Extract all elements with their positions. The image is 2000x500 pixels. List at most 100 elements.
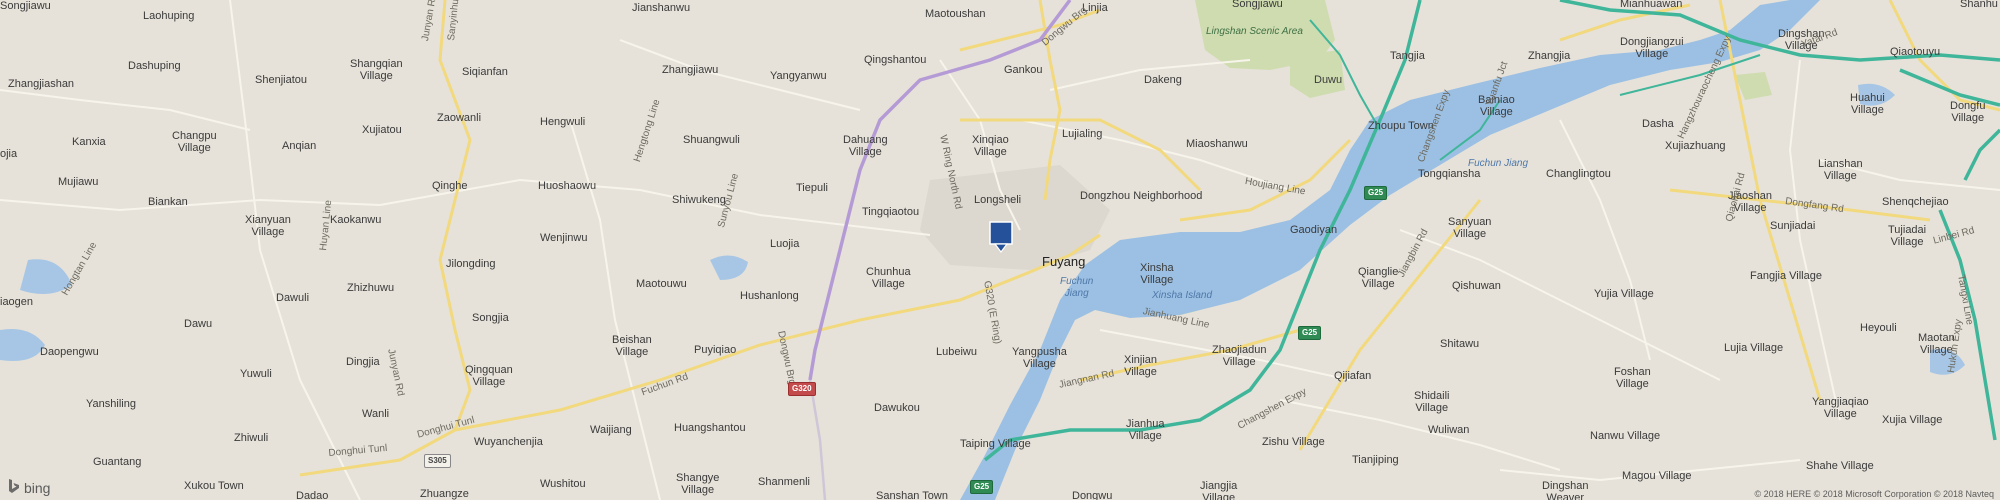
label-xukou: Xukou Town <box>184 480 244 492</box>
label-sanyuan: Sanyuan Village <box>1448 216 1492 240</box>
label-jiangjia: Jiangjia Village <box>1200 480 1238 500</box>
shield-s305: S305 <box>424 454 451 468</box>
label-tiepuli: Tiepuli <box>796 182 828 194</box>
label-wuliwan: Wuliwan <box>1428 424 1470 436</box>
label-fuyang: Fuyang <box>1042 254 1086 269</box>
label-dakeng: Dakeng <box>1144 74 1182 86</box>
label-zaowanli: Zaowanli <box>437 112 482 124</box>
label-miaoshanwu: Miaoshanwu <box>1186 138 1248 150</box>
label-shahe: Shahe Village <box>1806 460 1874 472</box>
label-zhangjiashan: Zhangjiashan <box>8 78 75 90</box>
label-zhizhuwu: Zhizhuwu <box>347 282 395 294</box>
label-jilongding: Jilongding <box>446 258 496 270</box>
label-huahui: Huahui Village <box>1850 92 1885 116</box>
label-xujiatou: Xujiatou <box>362 124 402 136</box>
label-tangjia: Tangjia <box>1390 50 1425 62</box>
shield-g25-2: G25 <box>1298 326 1322 340</box>
label-dingshan-weaver: Dingshan Weaver <box>1542 480 1589 500</box>
label-yuwuli: Yuwuli <box>240 368 272 380</box>
label-songjiawu: Songjiawu <box>0 0 51 12</box>
label-dasha: Dasha <box>1642 118 1674 130</box>
label-shengqiao: Shenqchejiao <box>1882 196 1949 208</box>
label-kaokanwu: Kaokanwu <box>330 214 382 226</box>
label-dawu: Dawu <box>184 318 213 330</box>
label-shitawu: Shitawu <box>1440 338 1480 350</box>
label-qiaotouyu: Qiaotouyu <box>1890 46 1941 58</box>
label-anqian: Anqian <box>282 140 317 152</box>
label-sanshan: Sanshan Town <box>876 490 948 500</box>
bing-logo[interactable]: bing <box>8 478 50 497</box>
label-shangye: Shangye Village <box>676 472 720 496</box>
label-songjiawu-2: Songjiawu <box>1232 0 1283 10</box>
label-dashuping: Dashuping <box>128 60 181 72</box>
label-dongfu: Dongfu Village <box>1950 100 1986 124</box>
label-mianhuawan: Mianhuawan <box>1620 0 1683 10</box>
label-dongzhou: Dongzhou Neighborhood <box>1080 190 1203 202</box>
label-zhoupu: Zhoupu Town <box>1368 120 1434 132</box>
label-changlingtou: Changlingtou <box>1546 168 1611 180</box>
label-dahuang: Dahuang Village <box>843 134 888 158</box>
label-hushanlong: Hushanlong <box>740 290 799 302</box>
label-beishan: Beishan Village <box>612 334 652 358</box>
label-guantang: Guantang <box>93 456 142 468</box>
label-mujiawu: Mujiawu <box>58 176 99 188</box>
label-xinsha-island: Xinsha Island <box>1152 290 1213 301</box>
label-nanwu: Nanwu Village <box>1590 430 1661 442</box>
label-shanmenli: Shanmenli <box>758 476 810 488</box>
map-attribution: © 2018 HERE © 2018 Microsoft Corporation… <box>1754 489 1994 499</box>
label-yangyanwu: Yangyanwu <box>770 70 827 82</box>
label-kanxia: Kanxia <box>72 136 106 148</box>
label-shanhu: Shanhu <box>1960 0 1998 10</box>
label-shiwukeng: Shiwukeng <box>672 194 726 206</box>
label-zishu: Zishu Village <box>1262 436 1325 448</box>
label-siqianfan: Siqianfan <box>462 66 508 78</box>
label-xinjian: Xinjian Village <box>1124 354 1158 378</box>
label-waijiang: Waijiang <box>590 424 632 436</box>
label-lujialing: Lujialing <box>1062 128 1103 140</box>
label-tujiadai: Tujiadai Village <box>1888 224 1927 248</box>
label-zhaojiadun: Zhaojiadun Village <box>1212 344 1267 368</box>
label-maotouwu: Maotouwu <box>636 278 687 290</box>
label-tianjiping: Tianjiping <box>1352 454 1399 466</box>
label-laohuping: Laohuping <box>143 10 195 22</box>
label-duwu: Duwu <box>1314 74 1343 86</box>
label-xianyuan: Xianyuan Village <box>245 214 291 238</box>
label-chunhua: Chunhua Village <box>866 266 911 290</box>
label-xinqiao: Xinqiao Village <box>972 134 1009 158</box>
label-lubeiwu: Lubeiwu <box>936 346 977 358</box>
label-daopengwu: Daopengwu <box>40 346 99 358</box>
label-luojia: Luojia <box>770 238 800 250</box>
label-qijiafan: Qijiafan <box>1334 370 1372 382</box>
label-shangqian: Shangqian Village <box>350 58 403 82</box>
label-fuchun-jiang-1: Fuchun Jiang <box>1060 276 1094 299</box>
label-songjia: Songjia <box>472 312 509 324</box>
label-foshan: Foshan Village <box>1614 366 1651 390</box>
label-jianhua: Jianhua Village <box>1126 418 1165 442</box>
label-yangjiaqiao: Yangjiaqiao Village <box>1812 396 1869 420</box>
label-magou: Magou Village <box>1622 470 1692 482</box>
label-huoshaowu: Huoshaowu <box>538 180 597 192</box>
label-puyiqiao: Puyiqiao <box>694 344 737 356</box>
label-qinghe: Qinghe <box>432 180 468 192</box>
label-dongjiangzui: Dongjiangzui Village <box>1620 36 1684 60</box>
label-shidaili: Shidaili Village <box>1414 390 1450 414</box>
label-shenjiatou: Shenjiatou <box>255 74 307 86</box>
label-zhiwuli: Zhiwuli <box>234 432 269 444</box>
map-canvas[interactable]: Songjiawu Songjiawu Mianhuawan Shanhu La… <box>0 0 2000 500</box>
label-huangshantou: Huangshantou <box>674 422 746 434</box>
shield-g25-1: G25 <box>1364 186 1388 200</box>
label-yujia: Yujia Village <box>1594 288 1654 300</box>
label-dingjia: Dingjia <box>346 356 380 368</box>
label-gaodiyan: Gaodiyan <box>1290 224 1338 236</box>
label-qingquan: Qingquan Village <box>465 364 513 388</box>
label-fangjia: Fangjia Village <box>1750 270 1822 282</box>
label-shuangwuli: Shuangwuli <box>683 134 740 146</box>
label-jianshanwu: Jianshanwu <box>632 2 691 14</box>
pond <box>0 329 45 361</box>
label-sunjiadai: Sunjiadai <box>1770 220 1816 232</box>
label-dadao: Dadao <box>296 490 329 500</box>
label-yanshiling: Yanshiling <box>86 398 136 410</box>
label-dawuli: Dawuli <box>276 292 310 304</box>
label-lingshan-scenic-area: Lingshan Scenic Area <box>1206 26 1303 37</box>
label-biankan: Biankan <box>148 196 188 208</box>
